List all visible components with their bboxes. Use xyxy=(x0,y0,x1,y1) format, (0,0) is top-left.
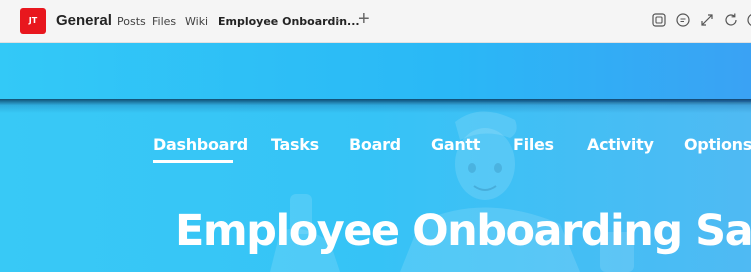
nav-tasks[interactable]: Tasks xyxy=(271,135,319,154)
popout-chat-icon[interactable] xyxy=(650,11,668,29)
nav-gantt[interactable]: Gantt xyxy=(431,135,480,154)
conversation-icon[interactable] xyxy=(674,11,692,29)
active-nav-indicator xyxy=(153,160,233,163)
banner-divider-shadow xyxy=(0,99,751,113)
add-tab-icon[interactable]: + xyxy=(358,8,370,31)
chevron-down-icon[interactable]: ⌄ xyxy=(334,14,342,25)
refresh-icon[interactable] xyxy=(722,11,740,29)
channel-title: General xyxy=(56,12,112,29)
tab-wiki[interactable]: Wiki xyxy=(185,15,208,28)
teams-header: JT General Posts Files Wiki Employee Onb… xyxy=(0,0,751,43)
team-avatar[interactable]: JT xyxy=(20,8,46,34)
nav-dashboard[interactable]: Dashboard xyxy=(153,135,248,154)
expand-icon[interactable] xyxy=(698,11,716,29)
nav-options[interactable]: Options xyxy=(684,135,751,154)
nav-files[interactable]: Files xyxy=(513,135,554,154)
tab-files[interactable]: Files xyxy=(152,15,176,28)
more-icon[interactable] xyxy=(745,11,751,29)
nav-board[interactable]: Board xyxy=(349,135,401,154)
app-banner-top xyxy=(0,43,751,102)
nav-activity[interactable]: Activity xyxy=(587,135,654,154)
tab-posts[interactable]: Posts xyxy=(117,15,146,28)
page-title: Employee Onboarding Sample xyxy=(175,206,751,256)
app-banner: Dashboard Tasks Board Gantt Files Activi… xyxy=(0,102,751,272)
